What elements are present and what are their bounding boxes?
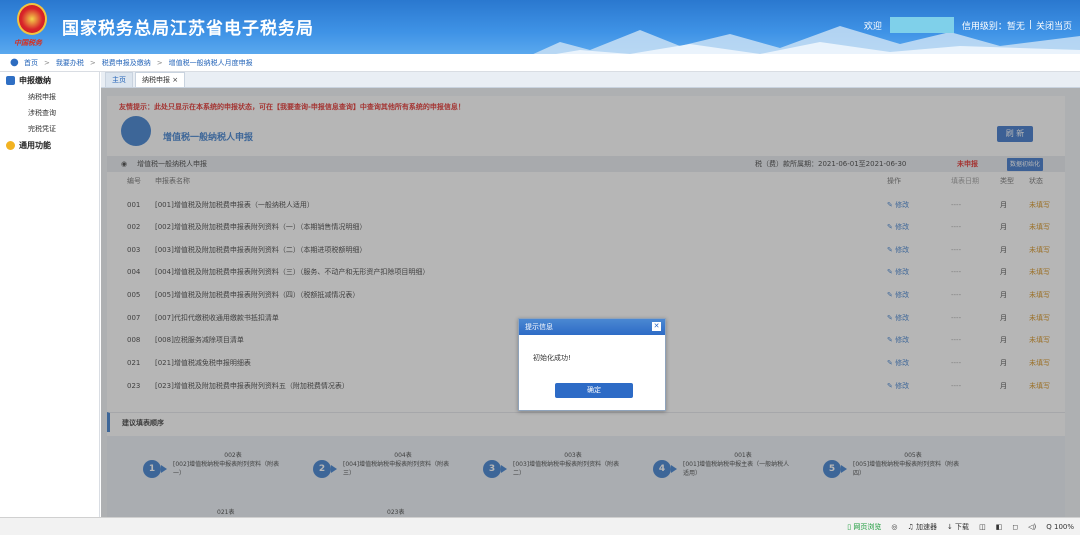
tab-home[interactable]: 主页 <box>105 72 133 87</box>
breadcrumb-declare[interactable]: 税费申报及缴纳 <box>102 58 151 68</box>
info-dialog: 提示信息 ✕ 初始化成功! 确定 <box>518 318 666 411</box>
breadcrumb-separator: > <box>156 58 163 67</box>
tab-bar: 主页 纳税申报 × <box>101 72 1080 88</box>
target-icon[interactable]: ◎ <box>891 523 897 531</box>
user-name-masked <box>889 17 954 33</box>
header-user-area: 欢迎 信用级别：暂无 | 关闭当页 <box>864 17 1072 33</box>
dialog-message: 初始化成功! <box>533 354 571 362</box>
dialog-title: 提示信息 <box>525 323 553 331</box>
header-divider: | <box>1028 20 1032 30</box>
breadcrumb-home[interactable]: 首页 <box>24 58 38 68</box>
welcome-text: 欢迎 <box>863 21 882 32</box>
zoom-level[interactable]: Q 100% <box>1046 523 1074 531</box>
screen-browse-button[interactable]: ▯ 网页浏览 <box>847 522 881 532</box>
close-page-link[interactable]: 关闭当页 <box>1036 19 1072 32</box>
common-functions-icon <box>6 141 15 150</box>
sidebar-item-tax-certificate[interactable]: 完税凭证 <box>0 121 99 137</box>
download-button[interactable]: ↓ 下载 <box>947 522 969 532</box>
volume-icon[interactable]: ◁) <box>1028 523 1036 531</box>
breadcrumb-separator: > <box>44 58 50 67</box>
split-icon[interactable]: ◧ <box>996 523 1003 531</box>
sidebar-group-label: 申报缴纳 <box>19 76 51 85</box>
tax-emblem-icon <box>17 3 47 35</box>
browser-status-bar: ▯ 网页浏览 ◎ ♫ 加速器 ↓ 下载 ◫ ◧ ◻ ◁) Q 100% <box>0 517 1080 535</box>
breadcrumb: ● 首页 > 我要办税 > 税费申报及缴纳 > 增值税一般纳税人月度申报 <box>0 54 1080 72</box>
credit-level: 信用级别：暂无 <box>961 21 1025 32</box>
sidebar-item-tax-declare[interactable]: 纳税申报 <box>0 89 99 105</box>
window-icon[interactable]: ◫ <box>979 523 986 531</box>
screen-icon[interactable]: ◻ <box>1012 523 1018 531</box>
breadcrumb-tax[interactable]: 我要办税 <box>56 58 84 68</box>
breadcrumb-current[interactable]: 增值税一般纳税人月度申报 <box>169 58 253 68</box>
accelerator-button[interactable]: ♫ 加速器 <box>907 522 937 532</box>
modal-backdrop <box>101 88 1080 517</box>
grid-icon <box>6 76 15 85</box>
close-icon[interactable]: ✕ <box>652 322 661 331</box>
sidebar-group-common[interactable]: 通用功能 <box>0 137 99 154</box>
emblem-subtitle: 中国税务 <box>14 39 42 47</box>
dialog-title-bar: 提示信息 ✕ <box>519 319 665 335</box>
sidebar-item-tax-query[interactable]: 涉税查询 <box>0 105 99 121</box>
sidebar-group-declare[interactable]: 申报缴纳 <box>0 72 99 89</box>
sidebar: 申报缴纳 纳税申报 涉税查询 完税凭证 通用功能 <box>0 72 100 517</box>
site-header: 中国税务 国家税务总局江苏省电子税务局 欢迎 信用级别：暂无 | 关闭当页 <box>0 0 1080 54</box>
breadcrumb-separator: > <box>89 58 96 67</box>
location-pin-icon: ● <box>10 56 19 68</box>
tab-tax-declare[interactable]: 纳税申报 × <box>135 72 186 87</box>
site-title: 国家税务总局江苏省电子税务局 <box>62 19 314 39</box>
sidebar-group-label: 通用功能 <box>19 141 51 150</box>
ok-button[interactable]: 确定 <box>555 383 633 398</box>
